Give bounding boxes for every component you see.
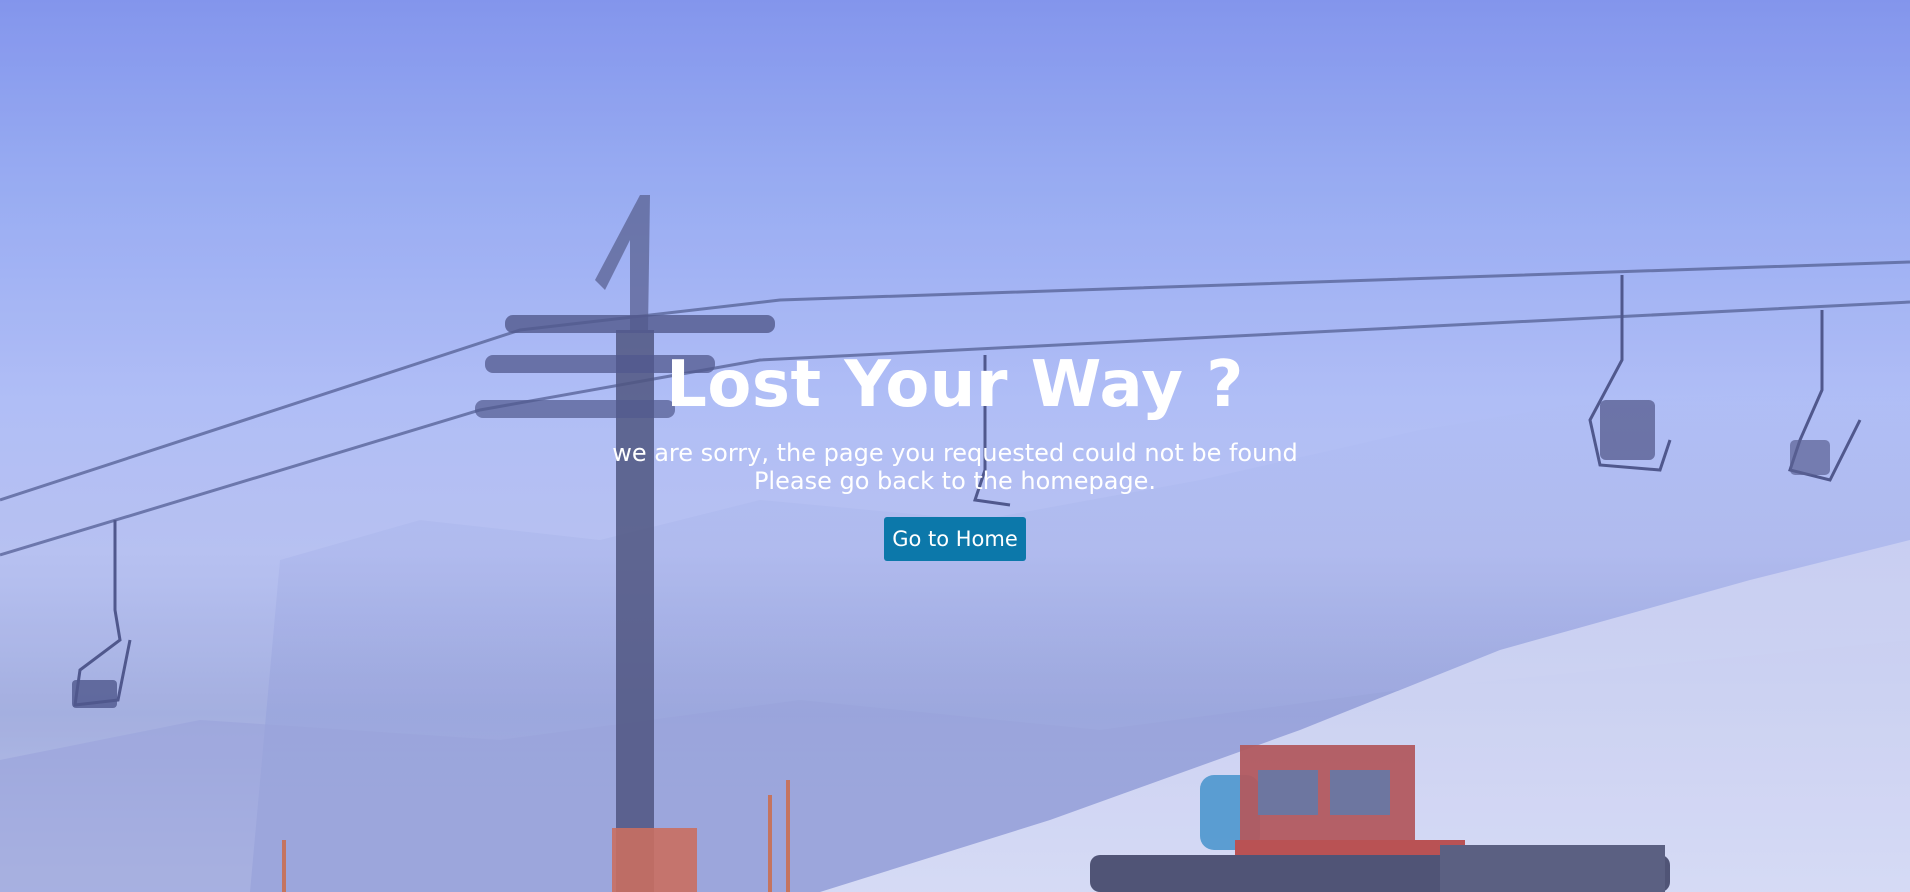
- go-to-home-button[interactable]: Go to Home: [884, 517, 1026, 561]
- error-message-line-2: Please go back to the homepage.: [753, 467, 1157, 495]
- not-found-hero: Lost Your Way ? we are sorry, the page y…: [0, 345, 1910, 561]
- error-message-line-1: we are sorry, the page you requested cou…: [612, 439, 1298, 467]
- page-title: Lost Your Way ?: [666, 348, 1244, 422]
- error-message: we are sorry, the page you requested cou…: [0, 439, 1910, 495]
